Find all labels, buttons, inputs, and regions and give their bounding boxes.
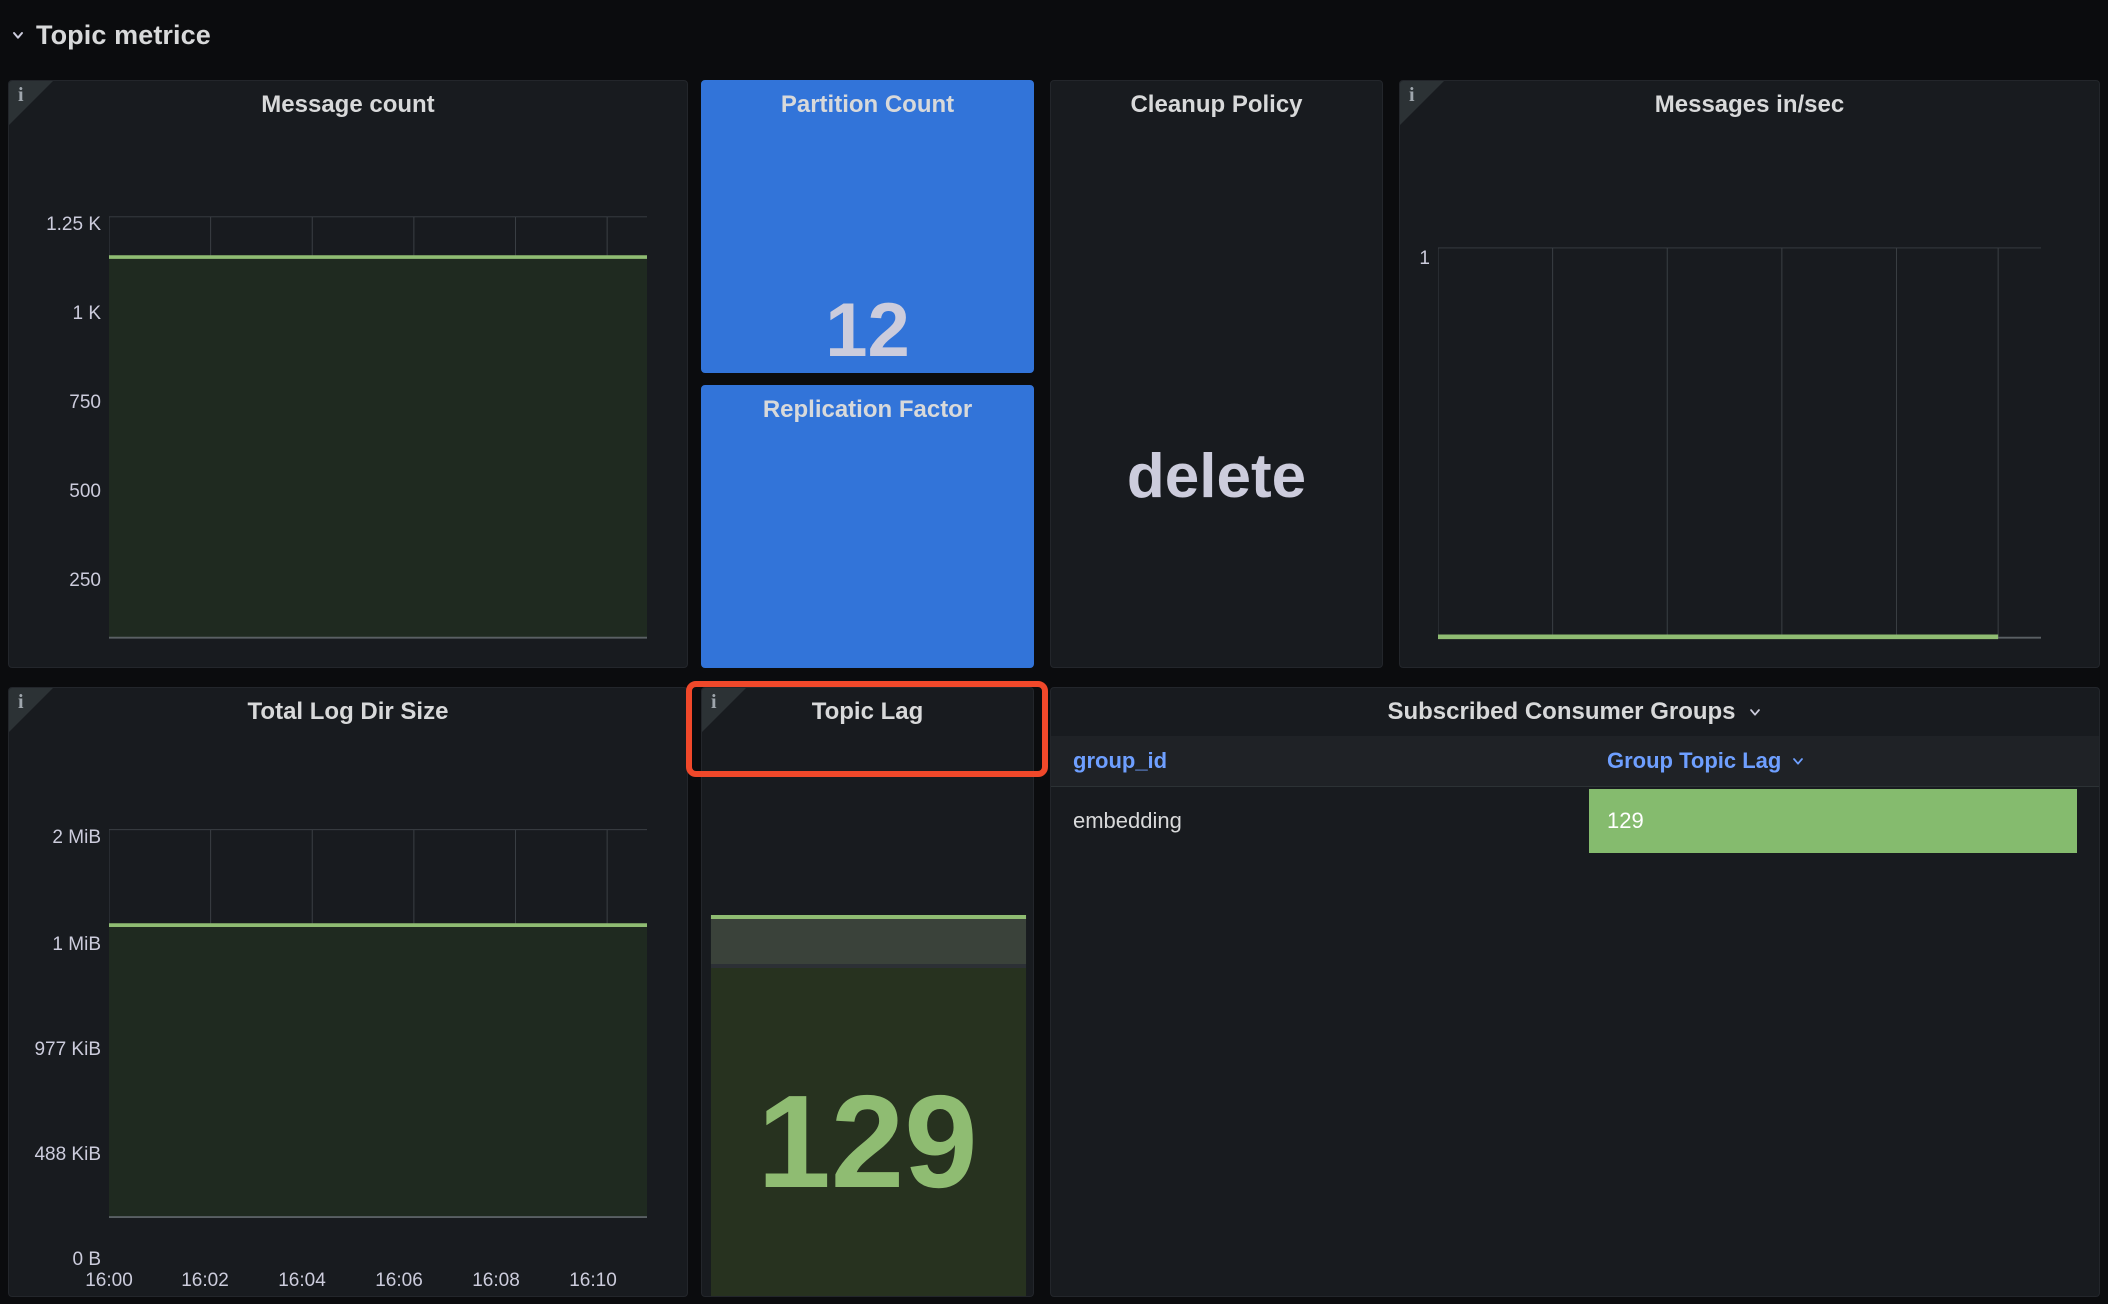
y-tick: 250 (69, 570, 101, 591)
stat-value-topic-lag: 129 (757, 1068, 978, 1215)
y-tick: 1 (1419, 248, 1430, 269)
x-tick: 16:00 (85, 1270, 133, 1291)
panel-subscribed-consumer-groups: Subscribed Consumer Groups group_id Grou… (1050, 687, 2100, 1297)
series-line-messages-in-sec (1437, 247, 2041, 640)
y-tick: 1 K (72, 303, 101, 324)
chevron-down-icon[interactable] (10, 27, 26, 43)
column-label: group_id (1073, 748, 1168, 773)
y-axis: 1 0 (1400, 129, 1438, 667)
table-header-row: group_id Group Topic Lag (1051, 736, 2099, 787)
series-line-message-count (108, 216, 647, 639)
y-tick: 0 B (72, 1249, 101, 1270)
panel-title-topic-lag: Topic Lag (811, 698, 924, 725)
stat-value-cleanup-policy: delete (1126, 442, 1307, 511)
table-column-header-group-id[interactable]: group_id (1051, 748, 1589, 774)
table-row[interactable]: embedding 129 (1051, 787, 2099, 854)
panel-message-count: i Message count 1.25 K 1 K 750 500 250 0 (8, 80, 688, 668)
y-tick: 1.25 K (46, 214, 101, 235)
y-tick: 1 MiB (52, 934, 101, 955)
x-tick: 16:10 (569, 1270, 617, 1291)
panel-total-log-dir-size: i Total Log Dir Size 2 MiB 1 MiB 977 KiB… (8, 687, 688, 1297)
panel-cleanup-policy: Cleanup Policy delete (1050, 80, 1383, 668)
y-tick: 488 KiB (34, 1144, 101, 1165)
graph-message-count[interactable]: 1.25 K 1 K 750 500 250 0 (9, 129, 687, 667)
x-tick: 16:04 (278, 1270, 326, 1291)
chevron-down-icon[interactable] (1790, 753, 1806, 769)
x-tick: 16:08 (472, 1270, 520, 1291)
row-title: Topic metrice (36, 19, 211, 50)
consumer-groups-table: group_id Group Topic Lag embedding 129 (1051, 736, 2099, 1296)
panel-title-text: Subscribed Consumer Groups (1387, 698, 1736, 725)
panel-title-replication-factor: Replication Factor (762, 396, 973, 423)
panel-title-subscribed-consumer-groups[interactable]: Subscribed Consumer Groups (1051, 688, 2099, 736)
x-tick: 16:06 (375, 1270, 423, 1291)
graph-total-log-dir-size[interactable]: 2 MiB 1 MiB 977 KiB 488 KiB 0 B 16:00 16… (9, 736, 687, 1296)
dashboard-row-header-topic-metrics[interactable]: Topic metrice (10, 18, 211, 52)
panel-title-cleanup-policy: Cleanup Policy (1130, 91, 1303, 118)
column-label: Group Topic Lag (1607, 748, 1782, 773)
panel-title-total-log-dir-size: Total Log Dir Size (247, 698, 449, 725)
y-axis: 1.25 K 1 K 750 500 250 0 (9, 129, 109, 667)
panel-title-message-count: Message count (261, 91, 435, 118)
y-tick: 977 KiB (34, 1039, 101, 1060)
plot-area (108, 736, 647, 1296)
panel-partition-count: Partition Count 12 (701, 80, 1034, 373)
panel-topic-lag: i Topic Lag 129 (701, 687, 1034, 1297)
panel-title-partition-count: Partition Count (780, 91, 955, 118)
panel-messages-in-sec: i Messages in/sec 1 0 (1399, 80, 2100, 668)
x-tick: 16:02 (181, 1270, 229, 1291)
y-tick: 2 MiB (52, 827, 101, 848)
panel-replication-factor: Replication Factor 3 (701, 385, 1034, 668)
plot-area (108, 129, 647, 667)
plot-area (1437, 129, 2041, 667)
graph-messages-in-sec[interactable]: 1 0 (1400, 129, 2099, 667)
cell-group-id: embedding (1073, 807, 1182, 833)
cell-group-topic-lag-wrap: 129 (1589, 788, 2099, 853)
y-axis: 2 MiB 1 MiB 977 KiB 488 KiB 0 B (9, 736, 109, 1296)
y-tick: 750 (69, 392, 101, 413)
chevron-down-icon[interactable] (1747, 704, 1763, 720)
grafana-dashboard: Topic metrice i Message count 1.25 K 1 K… (0, 0, 2108, 1304)
stat-value-partition-count: 12 (825, 288, 910, 373)
cell-group-topic-lag: 129 (1589, 788, 2077, 853)
series-line-total-log-dir-size (108, 829, 647, 1218)
panel-title-messages-in-sec: Messages in/sec (1654, 91, 1845, 118)
table-column-header-group-topic-lag[interactable]: Group Topic Lag (1589, 748, 2099, 774)
y-tick: 500 (69, 481, 101, 502)
